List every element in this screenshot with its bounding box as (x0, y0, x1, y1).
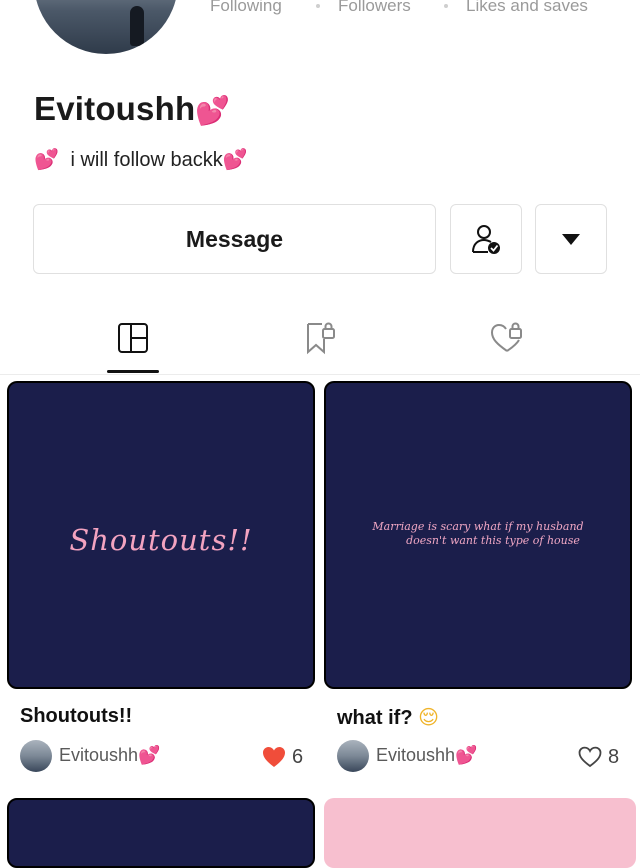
stats-divider (316, 4, 320, 8)
caret-down-icon (562, 233, 580, 245)
two-hearts-emoji: 💕 (195, 94, 231, 127)
two-hearts-emoji: 💕 (138, 745, 161, 766)
following-label[interactable]: Following (210, 0, 282, 16)
like-button[interactable]: 6 (262, 744, 303, 770)
message-button-label: Message (185, 225, 284, 252)
post-image-text: Shoutouts!! (69, 523, 253, 557)
post-card-image[interactable]: Shoutouts!! (7, 381, 315, 689)
post-title-row[interactable]: what if? 😌 (337, 705, 439, 730)
author-avatar[interactable] (20, 740, 52, 772)
post-image-text-line: Marriage is scary what if my husband (372, 520, 584, 533)
post-title[interactable]: Shoutouts!! (20, 705, 132, 728)
two-hearts-emoji: 💕 (34, 147, 59, 171)
two-hearts-emoji: 💕 (455, 745, 478, 766)
tab-saved[interactable] (290, 310, 350, 366)
post-image-text-line: doesn't want this type of house (406, 534, 580, 547)
saved-locked-icon (307, 322, 335, 355)
two-hearts-emoji: 💕 (222, 147, 248, 171)
like-count: 8 (608, 745, 620, 768)
liked-locked-icon (490, 322, 522, 352)
post-card-image[interactable]: Marriage is scary what if my husband doe… (324, 381, 632, 689)
relieved-face-emoji: 😌 (418, 705, 439, 729)
message-button[interactable]: Message (33, 204, 436, 274)
following-status-button[interactable] (450, 204, 522, 274)
profile-bio: 💕 i will follow backk💕 (34, 147, 248, 172)
profile-name: Evitoushh💕 (34, 90, 230, 128)
post-card-image[interactable] (7, 798, 315, 868)
profile-tabs (0, 310, 640, 375)
profile-name-text: Evitoushh (34, 90, 196, 127)
user-check-icon (472, 225, 500, 254)
bio-text: i will follow backk (70, 149, 223, 171)
active-tab-indicator (107, 370, 159, 373)
author-name: Evitoushh (376, 745, 456, 765)
post-title: what if? (337, 707, 413, 729)
heart-outline-icon (578, 746, 602, 768)
author-avatar[interactable] (337, 740, 369, 772)
more-options-button[interactable] (535, 204, 607, 274)
post-author[interactable]: Evitoushh💕 (376, 745, 477, 766)
heart-filled-icon (263, 747, 285, 767)
author-name: Evitoushh (59, 745, 139, 765)
posts-grid-icon (118, 323, 148, 353)
post-author[interactable]: Evitoushh💕 (59, 745, 160, 766)
stats-divider (444, 4, 448, 8)
like-button[interactable]: 8 (578, 744, 619, 770)
like-count: 6 (292, 745, 304, 768)
tab-liked[interactable] (477, 310, 537, 366)
post-image-text: Marriage is scary what if my husband doe… (366, 520, 590, 548)
followers-label[interactable]: Followers (338, 0, 411, 16)
profile-stats: Following Followers Likes and saves (0, 0, 640, 20)
post-card-image[interactable] (324, 798, 636, 868)
likes-saves-label[interactable]: Likes and saves (466, 0, 588, 16)
tab-posts[interactable] (103, 310, 163, 366)
